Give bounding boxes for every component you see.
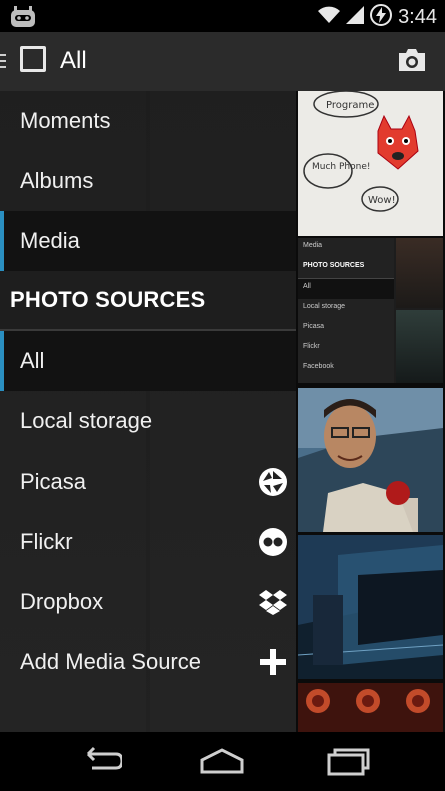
thumbnail-screenshot[interactable]: Media PHOTO SOURCES All Local storage Pi… (298, 238, 443, 383)
thumbnail-grid: Programe Much Phone! Wow! Media PHOTO SO… (296, 91, 445, 732)
source-item-label: Picasa (20, 469, 87, 494)
navigation-drawer: Moments Albums Media PHOTO SOURCES All L… (0, 91, 296, 732)
camera-icon[interactable] (397, 48, 427, 77)
preview-section-header: PHOTO SOURCES (298, 258, 394, 279)
back-icon[interactable] (78, 746, 124, 781)
source-item-picasa[interactable]: Picasa (0, 452, 296, 512)
page-title: All (60, 47, 87, 74)
thumbnail-whiteboard[interactable]: Programe Much Phone! Wow! (298, 91, 443, 236)
action-bar: All (0, 32, 445, 92)
whiteboard-label-2: Much Phone! (312, 162, 370, 172)
source-item-label: Flickr (20, 529, 73, 554)
preview-item-flickr: Flickr (303, 343, 320, 350)
drawer-item-label: Media (20, 228, 80, 253)
signal-icon (346, 6, 365, 29)
source-item-label: Local storage (20, 408, 153, 433)
thumbnail-person[interactable] (298, 388, 443, 532)
battery-charging-icon (370, 4, 393, 31)
drawer-item-albums[interactable]: Albums (0, 151, 296, 211)
preview-item-facebook: Facebook (303, 363, 334, 370)
whiteboard-label-1: Programe (326, 100, 374, 111)
cyanogenmod-icon (10, 6, 36, 33)
source-item-label: Dropbox (20, 589, 104, 614)
home-icon[interactable] (199, 746, 245, 781)
preview-item-all: All (298, 279, 394, 299)
status-bar: 3:44 (0, 0, 445, 32)
clock: 3:44 (398, 6, 437, 28)
source-item-dropbox[interactable]: Dropbox (0, 572, 296, 632)
preview-item-picasa: Picasa (303, 323, 325, 330)
preview-item-local: Local storage (303, 303, 346, 310)
drawer-item-moments[interactable]: Moments (0, 91, 296, 151)
source-item-label: All (20, 348, 45, 373)
drawer-item-label: Albums (20, 168, 94, 193)
source-item-add-media-source[interactable]: Add Media Source (0, 632, 296, 692)
source-item-local-storage[interactable]: Local storage (0, 391, 296, 451)
plus-icon (258, 647, 288, 677)
thumbnail-partial[interactable] (298, 683, 443, 732)
drawer-item-label: Moments (20, 108, 111, 133)
section-header-photo-sources: PHOTO SOURCES (0, 271, 296, 331)
drawer-indicator-icon[interactable] (0, 54, 6, 70)
thumbnail-building[interactable] (298, 535, 443, 679)
select-all-checkbox[interactable] (20, 46, 46, 72)
dropbox-icon (258, 587, 288, 617)
source-item-all[interactable]: All (0, 331, 296, 391)
drawer-item-media[interactable]: Media (0, 211, 296, 271)
preview-item-media: Media (303, 242, 323, 249)
whiteboard-label-3: Wow! (368, 195, 396, 206)
source-item-flickr[interactable]: Flickr (0, 512, 296, 572)
recents-icon[interactable] (326, 746, 370, 781)
system-nav-bar (0, 732, 445, 791)
picasa-icon (258, 467, 288, 497)
flickr-icon (258, 527, 288, 557)
source-item-label: Add Media Source (20, 649, 201, 674)
wifi-icon (318, 6, 341, 29)
